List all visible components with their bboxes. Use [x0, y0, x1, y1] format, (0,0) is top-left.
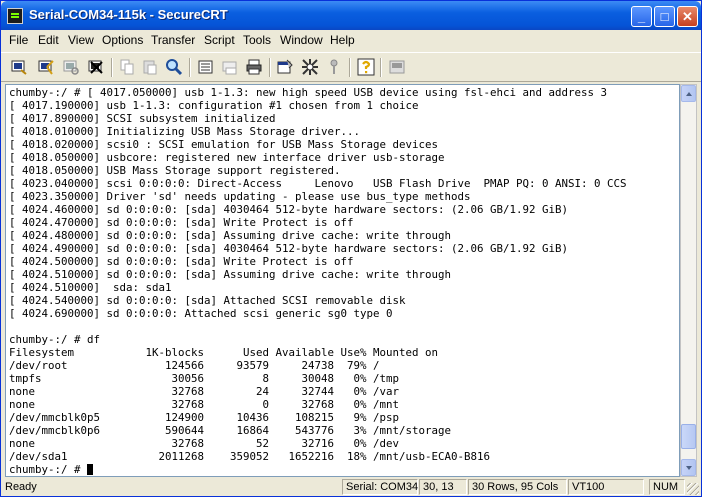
terminal-line: [ 4024.460000] sd 0:0:0:0: [sda] 4030464…: [9, 203, 569, 216]
reconnect-icon[interactable]: [62, 58, 80, 76]
terminal-line: [ 4024.470000] sd 0:0:0:0: [sda] Write P…: [9, 216, 354, 229]
connect-icon[interactable]: [10, 58, 28, 76]
help-icon[interactable]: [357, 58, 375, 76]
sftp-icon[interactable]: [388, 58, 406, 76]
menu-edit[interactable]: Edit: [38, 33, 59, 47]
menu-transfer[interactable]: Transfer: [151, 33, 195, 47]
terminal-line: none 32768 0 32768 0% /mnt: [9, 398, 400, 411]
terminal-line: [ 4017.190000] usb 1-1.3: configuration …: [9, 99, 419, 112]
terminal-line: [ 4018.050000] usbcore: registered new i…: [9, 151, 445, 164]
terminal-line: [ 4024.480000] sd 0:0:0:0: [sda] Assumin…: [9, 229, 452, 242]
scroll-down-button[interactable]: [681, 459, 696, 476]
terminal-line: [ 4024.690000] sd 0:0:0:0: Attached scsi…: [9, 307, 393, 320]
terminal-line: chumby-:/ # [ 4017.050000] usb 1-1.3: ne…: [9, 86, 608, 99]
status-ready: Ready: [5, 481, 37, 493]
scrollbar-thumb[interactable]: [681, 424, 696, 449]
terminal-line: /dev/mmcblk0p5 124900 10436 108215 9% /p…: [9, 411, 400, 424]
window-title: Serial-COM34-115k - SecureCRT: [29, 7, 228, 22]
terminal-output[interactable]: chumby-:/ # [ 4017.050000] usb 1-1.3: ne…: [5, 84, 680, 477]
terminal-line: [ 4024.510000] sda: sda1: [9, 281, 172, 294]
menu-help[interactable]: Help: [330, 33, 355, 47]
close-button[interactable]: ✕: [677, 6, 698, 27]
terminal-line: [ 4017.890000] SCSI subsystem initialize…: [9, 112, 276, 125]
terminal-line: tmpfs 30056 8 30048 0% /tmp: [9, 372, 400, 385]
toolbar: [1, 52, 701, 82]
terminal-line: /dev/sda1 2011268 359052 1652216 18% /mn…: [9, 450, 491, 463]
status-emulation: VT100: [568, 479, 644, 495]
title-bar[interactable]: Serial-COM34-115k - SecureCRT _ □ ✕: [1, 1, 701, 30]
terminal-line: [ 4024.540000] sd 0:0:0:0: [sda] Attache…: [9, 294, 406, 307]
terminal-line: [ 4024.490000] sd 0:0:0:0: [sda] 4030464…: [9, 242, 569, 255]
terminal-line: none 32768 24 32744 0% /var: [9, 385, 400, 398]
status-connection: Serial: COM34: [342, 479, 418, 495]
terminal-line: [ 4018.020000] scsi0 : SCSI emulation fo…: [9, 138, 439, 151]
menu-view[interactable]: View: [68, 33, 94, 47]
terminal-line: chumby-:/ # df: [9, 333, 101, 346]
toolbar-separator: [269, 58, 271, 77]
menu-tools[interactable]: Tools: [243, 33, 271, 47]
quick-connect-icon[interactable]: [37, 58, 55, 76]
status-bar: Ready Serial: COM34 30, 13 30 Rows, 95 C…: [1, 478, 701, 497]
terminal-cursor: [87, 464, 93, 475]
menu-window[interactable]: Window: [280, 33, 323, 47]
copy-icon[interactable]: [118, 58, 136, 76]
status-cursor-position: 30, 13: [419, 479, 467, 495]
terminal-line: [ 4023.040000] scsi 0:0:0:0: Direct-Acce…: [9, 177, 627, 190]
menu-options[interactable]: Options: [102, 33, 143, 47]
disconnect-icon[interactable]: [87, 58, 105, 76]
vertical-scrollbar[interactable]: [680, 84, 697, 477]
resize-grip[interactable]: [687, 483, 699, 495]
toolbar-separator: [380, 58, 382, 77]
terminal-line: none 32768 52 32716 0% /dev: [9, 437, 400, 450]
session-options-icon[interactable]: [276, 58, 294, 76]
toolbar-separator: [189, 58, 191, 77]
scroll-up-button[interactable]: [681, 85, 696, 102]
print-icon[interactable]: [245, 58, 263, 76]
terminal-line: [ 4023.350000] Driver 'sd' needs updatin…: [9, 190, 471, 203]
terminal-line: chumby-:/ #: [9, 463, 88, 476]
minimize-button[interactable]: _: [631, 6, 652, 27]
keymap-icon[interactable]: [325, 58, 343, 76]
print-screen-icon[interactable]: [221, 58, 239, 76]
terminal-line: /dev/root 124566 93579 24738 79% /: [9, 359, 380, 372]
terminal-line: [ 4018.050000] USB Mass Storage support …: [9, 164, 341, 177]
terminal-line: [ 4024.510000] sd 0:0:0:0: [sda] Assumin…: [9, 268, 452, 281]
terminal-line: /dev/mmcblk0p6 590644 16864 543776 3% /m…: [9, 424, 452, 437]
maximize-button[interactable]: □: [654, 6, 675, 27]
toolbar-separator: [111, 58, 113, 77]
securecrt-app-icon[interactable]: [7, 8, 23, 24]
menu-script[interactable]: Script: [204, 33, 235, 47]
print-setup-icon[interactable]: [197, 58, 215, 76]
status-num-lock: NUM: [649, 479, 685, 495]
status-terminal-size: 30 Rows, 95 Cols: [468, 479, 567, 495]
global-options-icon[interactable]: [301, 58, 319, 76]
paste-icon[interactable]: [141, 58, 159, 76]
menu-bar: File Edit View Options Transfer Script T…: [1, 30, 701, 50]
securecrt-window: Serial-COM34-115k - SecureCRT _ □ ✕ File…: [0, 0, 702, 497]
menu-file[interactable]: File: [9, 33, 28, 47]
find-icon[interactable]: [165, 58, 183, 76]
terminal-line: [ 4018.010000] Initializing USB Mass Sto…: [9, 125, 361, 138]
terminal-line: [ 4024.500000] sd 0:0:0:0: [sda] Write P…: [9, 255, 354, 268]
toolbar-separator: [349, 58, 351, 77]
terminal-line: Filesystem 1K-blocks Used Available Use%…: [9, 346, 439, 359]
